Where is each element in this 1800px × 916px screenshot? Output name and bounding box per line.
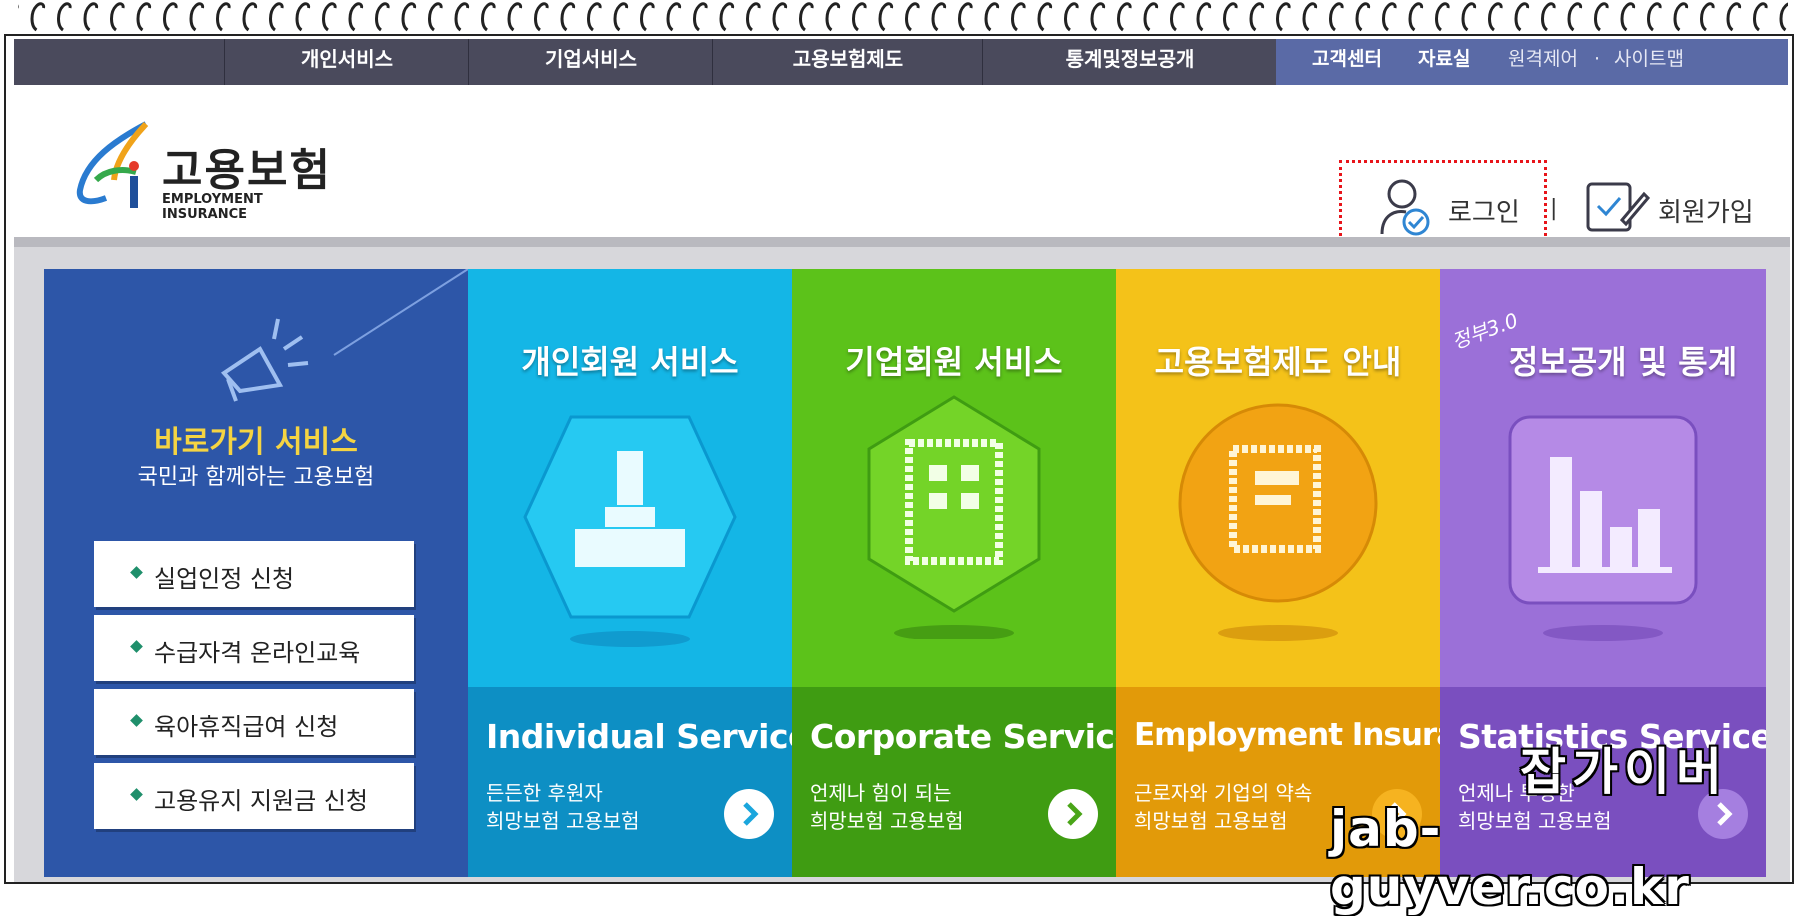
diamond-bullet-icon: [130, 714, 143, 727]
panel-title: 개인회원 서비스: [521, 343, 739, 381]
quick-link-parental-leave[interactable]: 육아휴직급여 신청: [94, 689, 414, 755]
person-hexagon-icon: [523, 415, 737, 647]
panel-description: 든든한 후원자 희망보험 고용보험: [486, 779, 640, 835]
chevron-right-icon: [743, 802, 759, 826]
panel-bottom: Individual Service 든든한 후원자 희망보험 고용보험: [468, 687, 792, 877]
quick-link-online-education[interactable]: 수급자격 온라인교육: [94, 615, 414, 681]
nav-separator-dot: ·: [1594, 48, 1601, 70]
nav-menu-insurance-system[interactable]: 고용보험제도: [712, 39, 983, 85]
nav-link-sitemap[interactable]: 사이트맵: [1614, 39, 1684, 79]
panel-desc-line2: 희망보험 고용보험: [810, 809, 964, 833]
panel-corporate-service[interactable]: 기업회원 서비스 Corporate Service 언제나 힘이 되는 희망보…: [792, 269, 1116, 877]
nav-link-remote-control[interactable]: 원격제어: [1508, 39, 1578, 79]
nav-utility-links: 고객센터 자료실 원격제어 · 사이트맵: [1276, 39, 1788, 85]
building-hexagon-icon: [867, 395, 1041, 639]
signup-button[interactable]: 회원가입: [1584, 168, 1780, 248]
quick-link-label: 고용유지 지원금 신청: [154, 787, 368, 815]
bar-chart-square-icon: [1508, 415, 1698, 641]
panel-individual-service[interactable]: 개인회원 서비스 Individual Service 든든한 후원자 희망보험…: [468, 269, 792, 877]
panel-english-title: Individual Service: [486, 717, 792, 756]
panel-insurance-guide[interactable]: 고용보험제도 안내 Employment Insurance 근로자와 기업의 …: [1116, 269, 1440, 877]
panel-english-title: Corporate Service: [810, 717, 1116, 756]
signup-clipboard-icon: [1586, 182, 1650, 232]
nav-link-resources[interactable]: 자료실: [1418, 39, 1470, 79]
quick-service-subtitle: 국민과 함께하는 고용보험: [137, 465, 375, 490]
logo-title: 고용보험: [162, 145, 332, 196]
panel-desc-line1: 근로자와 기업의 약속: [1134, 781, 1313, 805]
user-login-icon: [1380, 179, 1430, 236]
panel-arrow-button[interactable]: [724, 789, 774, 839]
login-button[interactable]: 로그인: [1376, 168, 1546, 248]
chevron-right-icon: [1067, 802, 1083, 826]
megaphone-icon: [220, 318, 309, 402]
panel-english-title: Employment Insurance: [1134, 717, 1440, 753]
nav-menu-personal[interactable]: 개인서비스: [224, 39, 469, 85]
quick-service-title: 바로가기 서비스: [154, 425, 358, 460]
nav-link-customer-center[interactable]: 고객센터: [1312, 39, 1382, 79]
panel-title: 기업회원 서비스: [845, 343, 1063, 381]
diamond-bullet-icon: [130, 640, 143, 653]
panel-title: 정보공개 및 통계: [1508, 343, 1738, 381]
panel-desc-line1: 언제나 힘이 되는: [810, 781, 952, 805]
document-circle-icon: [1178, 403, 1378, 641]
spiral-binding: [0, 0, 1800, 36]
logo-subtitle: EMPLOYMENT INSURANCE: [162, 192, 263, 222]
quick-link-employment-retention[interactable]: 고용유지 지원금 신청: [94, 763, 414, 829]
panel-desc-line2: 희망보험 고용보험: [1134, 809, 1288, 833]
panel-description: 언제나 힘이 되는 희망보험 고용보험: [810, 779, 964, 835]
signup-label: 회원가입: [1658, 198, 1754, 228]
diamond-bullet-icon: [130, 788, 143, 801]
quick-link-label: 육아휴직급여 신청: [154, 713, 339, 741]
header-separator: |: [1550, 196, 1558, 221]
panel-title: 고용보험제도 안내: [1154, 343, 1402, 381]
watermark-url: jab-guyver.co.kr: [1330, 800, 1690, 916]
logo-mark-icon: [76, 121, 149, 208]
quick-link-label: 수급자격 온라인교육: [154, 639, 361, 667]
quick-service-panel: 바로가기 서비스 국민과 함께하는 고용보험 실업인정 신청 수급자격 온라인교…: [44, 269, 468, 877]
quick-link-unemployment[interactable]: 실업인정 신청: [94, 541, 414, 607]
nav-menu-statistics[interactable]: 통계및정보공개: [982, 39, 1277, 85]
header-divider: [14, 237, 1790, 247]
panel-desc-line1: 든든한 후원자: [486, 781, 603, 805]
quick-link-label: 실업인정 신청: [154, 565, 295, 593]
panel-bottom: Corporate Service 언제나 힘이 되는 희망보험 고용보험: [792, 687, 1116, 877]
panel-arrow-button[interactable]: [1048, 789, 1098, 839]
top-navigation-bar: 개인서비스 기업서비스 고용보험제도 통계및정보공개 고객센터 자료실 원격제어…: [14, 39, 1788, 85]
login-label: 로그인: [1448, 198, 1520, 228]
panel-description: 근로자와 기업의 약속 희망보험 고용보험: [1134, 779, 1312, 835]
panel-desc-line2: 희망보험 고용보험: [486, 809, 640, 833]
site-logo[interactable]: 고용보험 EMPLOYMENT INSURANCE: [76, 106, 336, 222]
watermark-korean: 잡가이버: [1520, 743, 1728, 801]
diamond-bullet-icon: [130, 566, 143, 579]
nav-menu-corporate[interactable]: 기업서비스: [468, 39, 713, 85]
spiral-rings-icon: [18, 0, 1788, 34]
